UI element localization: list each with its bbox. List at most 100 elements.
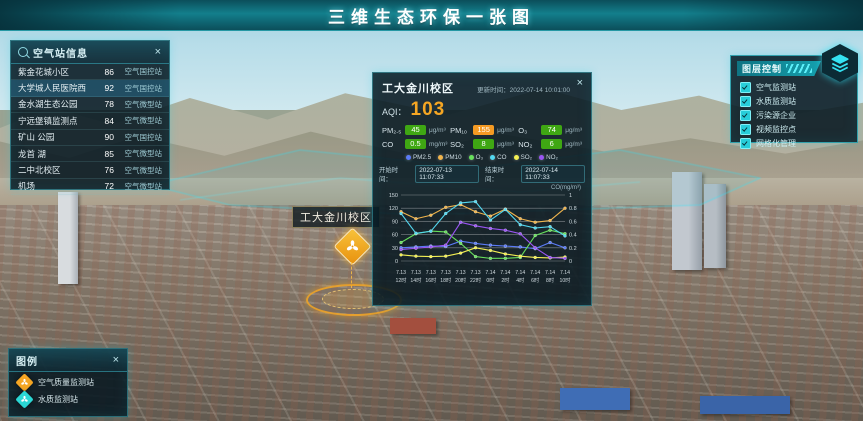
station-row[interactable]: 二中北校区 76 空气微型站 [11,162,169,178]
end-time-input[interactable]: 2022-07-14 11:07:33 [521,165,585,183]
svg-text:0时: 0时 [486,276,494,284]
svg-text:20时: 20时 [455,276,466,284]
map-marker-label[interactable]: 工大金川校区 [292,206,380,228]
series-color-dot [514,155,519,160]
water-station-legend-icon [15,390,33,408]
station-name: 机场 [18,180,94,192]
checkbox-checked-icon[interactable] [740,82,751,93]
station-panel-title: 空气站信息 [33,45,149,60]
station-name: 金水湖生态公园 [18,98,94,110]
svg-text:7.13: 7.13 [426,270,436,276]
pollutant-so2: SO₂ 8 μg/m³ [450,139,518,149]
building-highrise-1 [672,172,702,270]
checkbox-checked-icon[interactable] [740,124,751,135]
update-time: 更新时间：2022-07-14 10:01:00 [477,84,570,94]
series-legend-item[interactable]: PM2.5 [406,154,431,161]
search-icon[interactable] [18,47,28,57]
pollutant-co: CO 0.5 mg/m³ [382,139,450,149]
pollutant-trend-chart: 030609012015000.20.40.60.817.1312时7.1314… [373,191,591,296]
layer-item[interactable]: 水质监测站 [731,94,857,108]
station-row[interactable]: 紫金花城小区 86 空气国控站 [11,64,169,80]
series-legend-item[interactable]: CO [490,154,506,161]
pollutant-no2: NO₂ 6 μg/m³ [518,139,582,149]
building-red-roof [390,318,436,334]
checkbox-checked-icon[interactable] [740,138,751,149]
station-aqi: 85 [94,149,114,159]
close-icon[interactable]: × [576,78,584,89]
chart-series-legend: PM2.5 PM10 O₃ CO SO₂ NO₂ [373,151,591,162]
station-aqi: 86 [94,67,114,77]
layer-item[interactable]: 污染源企业 [731,108,857,122]
layer-item[interactable]: 网格化管理 [731,136,857,150]
station-row[interactable]: 大学城人民医院西 92 空气国控站 [11,80,169,96]
detail-title: 工大金川校区 [382,80,454,96]
legend-item[interactable]: 水质监测站 [9,389,127,406]
svg-text:7.14: 7.14 [515,270,525,276]
right-axis-title: CO(mg/m³) [373,184,591,191]
station-panel-header: 空气站信息 × [11,41,169,64]
station-type: 空气微型站 [114,181,162,192]
building-highrise-2 [704,184,726,268]
close-icon[interactable]: × [154,47,162,58]
svg-text:7.13: 7.13 [396,270,406,276]
station-row[interactable]: 宁远堡镇监测点 84 空气微型站 [11,113,169,129]
svg-text:10时: 10时 [560,276,571,284]
station-row[interactable]: 机场 72 空气微型站 [11,179,169,195]
pollutant-value-badge: 155 [473,125,494,135]
station-name: 龙首 湖 [18,148,94,160]
svg-text:7.13: 7.13 [411,270,421,276]
station-type: 空气微型站 [114,99,162,110]
station-aqi: 92 [94,83,114,93]
layers-hexagon-icon[interactable] [822,44,858,82]
svg-text:14时: 14时 [410,276,421,284]
svg-text:0: 0 [569,259,572,265]
start-time-input[interactable]: 2022-07-13 11:07:33 [415,165,479,183]
series-color-dot [406,155,411,160]
svg-text:1: 1 [569,193,572,199]
page-title: 三维生态环保一张图 [328,3,535,28]
svg-text:2时: 2时 [501,276,509,284]
station-row[interactable]: 龙首 湖 85 空气微型站 [11,146,169,162]
legend-panel-header: 图例 × [9,349,127,372]
layer-panel-title: 图层控制 [742,62,782,75]
pollutant-grid: PM₂.₅ 45 μg/m³ PM₁₀ 155 μg/m³ O₃ 74 μg/m… [373,124,591,151]
svg-text:0: 0 [395,259,398,265]
aqi-row: AQI： 103 [373,98,591,124]
station-type: 空气国控站 [114,66,162,77]
station-row[interactable]: 矿山 公园 90 空气国控站 [11,130,169,146]
detail-header: 工大金川校区 更新时间：2022-07-14 10:01:00 [373,73,591,98]
station-aqi: 72 [94,181,114,191]
series-color-dot [539,155,544,160]
chart-canvas: 030609012015000.20.40.60.817.1312时7.1314… [383,191,581,291]
building-blue-roof-2 [700,396,790,414]
checkbox-checked-icon[interactable] [740,96,751,107]
pollutant-value-badge: 8 [473,139,494,149]
close-icon[interactable]: × [112,355,120,366]
svg-text:8时: 8时 [546,276,554,284]
station-row[interactable]: 金水湖生态公园 78 空气微型站 [11,97,169,113]
layer-panel-header: 图层控制 [737,61,821,76]
layer-item[interactable]: 视频监控点 [731,122,857,136]
series-legend-item[interactable]: NO₂ [539,154,558,161]
station-name: 大学城人民医院西 [18,82,94,94]
layer-item[interactable]: 空气监测站 [731,80,857,94]
checkbox-checked-icon[interactable] [740,110,751,121]
layer-label: 水质监测站 [756,96,796,107]
series-color-dot [490,155,495,160]
svg-text:16时: 16时 [425,276,436,284]
series-color-dot [438,155,443,160]
series-legend-item[interactable]: PM10 [438,154,461,161]
svg-text:7.13: 7.13 [441,270,451,276]
series-legend-item[interactable]: O₃ [469,154,483,161]
time-range-row: 开始时间： 2022-07-13 11:07:33 结束时间： 2022-07-… [373,162,591,184]
svg-text:7.13: 7.13 [470,270,480,276]
station-type: 空气微型站 [114,148,162,159]
layer-label: 视频监控点 [756,124,796,135]
layer-label: 污染源企业 [756,110,796,121]
legend-item[interactable]: 空气质量监测站 [9,372,127,389]
pollutant-pm25: PM₂.₅ 45 μg/m³ [382,125,450,135]
svg-text:90: 90 [392,219,398,225]
series-legend-item[interactable]: SO₂ [514,154,533,161]
app-root: 工大金川校区 三维生态环保一张图 空气站信息 × 紫金花城小区 86 空气国控站 [0,0,863,421]
pollutant-value-badge: 6 [541,139,562,149]
